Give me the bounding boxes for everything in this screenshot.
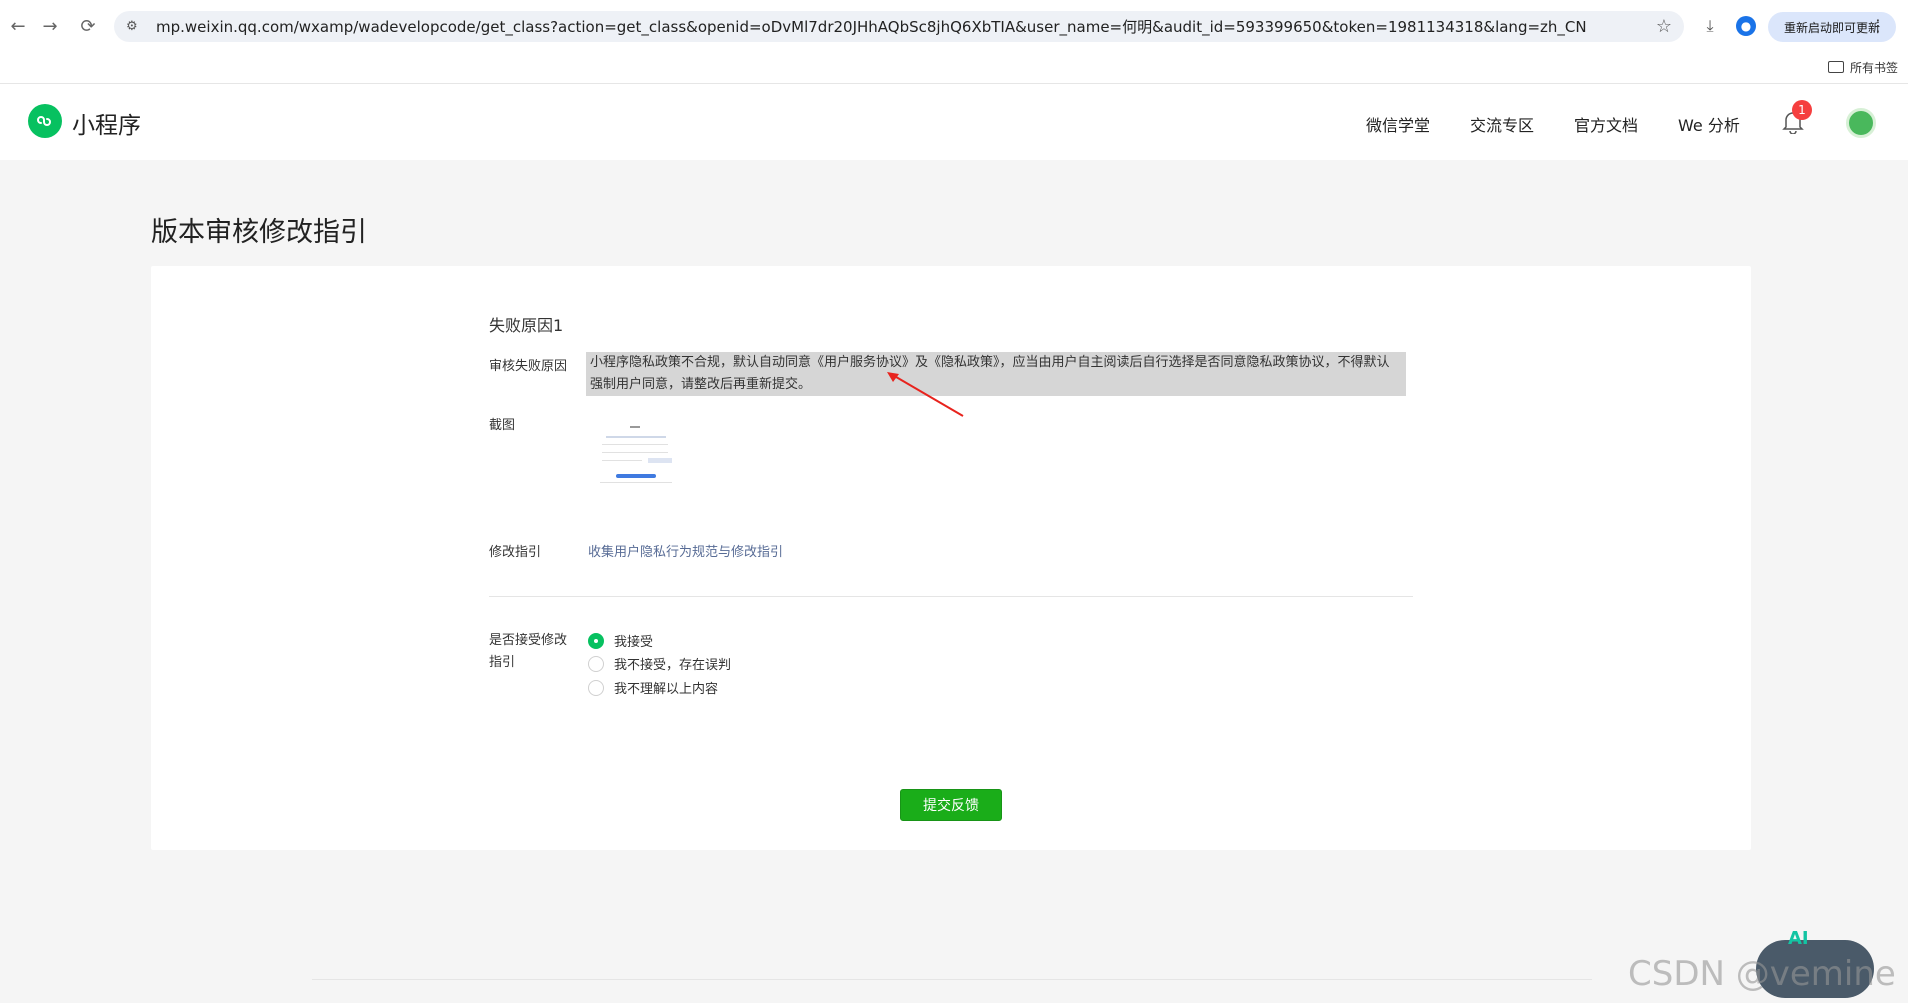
forward-arrow-icon[interactable]: → [38,14,62,38]
site-settings-icon[interactable]: ⚙ [126,19,146,34]
logo-glyph-icon [37,116,51,126]
option-accept[interactable]: 我接受 [588,631,653,650]
ai-badge[interactable]: AI [1788,928,1809,949]
screenshot-thumbnail[interactable] [596,424,676,490]
download-icon[interactable]: ⤓ [1698,14,1722,38]
reason-text: 小程序隐私政策不合规，默认自动同意《用户服务协议》及《隐私政策》，应当由用户自主… [586,352,1406,396]
browser-chrome: ← → ⟳ ⚙ mp.weixin.qq.com/wxamp/wadevelop… [0,0,1908,84]
update-button-label: 重新启动即可更新 [1784,20,1881,35]
footer-divider [312,979,1592,980]
csdn-watermark: CSDN @vemine [1628,954,1896,994]
reload-icon[interactable]: ⟳ [76,14,100,38]
option-accept-label: 我接受 [614,635,654,650]
option-reject-label: 我不接受，存在误判 [614,658,732,673]
profile-icon[interactable]: ● [1736,16,1756,36]
section-title: 失败原因1 [489,316,564,335]
accept-label-line1: 是否接受修改 [489,633,568,648]
app-header: 小程序 微信学堂 交流专区 官方文档 We 分析 1 [0,84,1908,160]
annotation-arrow-icon [887,372,964,417]
address-bar[interactable]: ⚙ mp.weixin.qq.com/wxamp/wadevelopcode/g… [114,11,1684,42]
guide-label: 修改指引 [489,545,542,560]
more-menu-icon[interactable]: ⋮ [1870,16,1886,35]
option-not-understand[interactable]: 我不理解以上内容 [588,678,718,697]
bookmarks-bar[interactable]: 所有书签 [1827,56,1898,78]
nav-community[interactable]: 交流专区 [1470,112,1534,136]
nav-official-docs[interactable]: 官方文档 [1574,112,1638,136]
miniprogram-logo-icon[interactable] [28,104,62,138]
page-title: 版本审核修改指引 [151,217,367,248]
all-bookmarks-label: 所有书签 [1849,60,1898,75]
avatar[interactable] [1846,108,1876,138]
radio-not-understand[interactable] [588,679,604,696]
back-arrow-icon[interactable]: ← [6,14,30,38]
update-button[interactable]: 重新启动即可更新 ⋮ [1768,12,1896,42]
submit-feedback-button[interactable]: 提交反馈 [900,789,1002,821]
logo-text[interactable]: 小程序 [72,106,141,140]
bookmark-star-icon[interactable]: ☆ [1656,16,1672,37]
folder-icon [1827,61,1844,73]
nav-we-analytics[interactable]: We 分析 [1678,112,1740,136]
divider [489,596,1413,597]
notification-badge: 1 [1792,100,1812,120]
screenshot-label: 截图 [489,418,516,433]
browser-toolbar: ← → ⟳ ⚙ mp.weixin.qq.com/wxamp/wadevelop… [0,0,1908,52]
radio-reject[interactable] [588,655,604,672]
radio-accept[interactable] [588,632,604,649]
option-not-understand-label: 我不理解以上内容 [614,682,719,697]
nav-wechat-school[interactable]: 微信学堂 [1366,112,1430,136]
option-reject[interactable]: 我不接受，存在误判 [588,654,731,673]
privacy-guide-link[interactable]: 收集用户隐私行为规范与修改指引 [588,541,783,560]
url-text[interactable]: mp.weixin.qq.com/wxamp/wadevelopcode/get… [156,16,1648,37]
reason-label: 审核失败原因 [489,359,568,374]
accept-label-line2: 指引 [489,655,516,670]
